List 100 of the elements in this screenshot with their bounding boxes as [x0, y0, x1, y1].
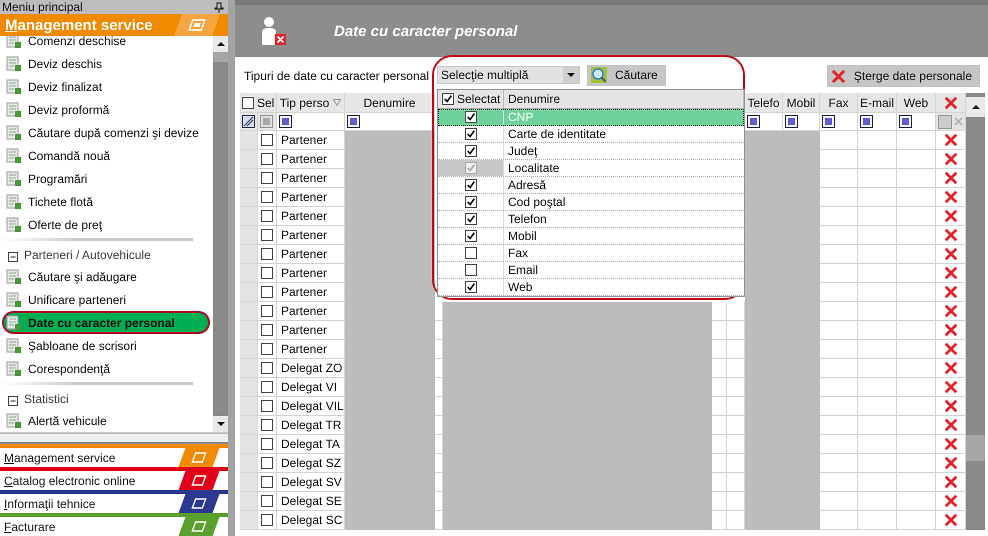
- filter-clear-icon[interactable]: [242, 115, 255, 128]
- delete-icon[interactable]: [944, 133, 958, 147]
- delete-icon[interactable]: [944, 171, 958, 185]
- checkbox[interactable]: [261, 229, 273, 241]
- checkbox[interactable]: [261, 495, 273, 507]
- delete-icon[interactable]: [944, 285, 958, 299]
- delete-icon[interactable]: [830, 68, 846, 84]
- column-header[interactable]: Selectat: [438, 90, 504, 108]
- checkbox[interactable]: [261, 210, 273, 222]
- collapse-icon[interactable]: [8, 396, 18, 406]
- list-row[interactable]: Web: [438, 279, 744, 296]
- checkbox[interactable]: [261, 362, 273, 374]
- module-tab[interactable]: Informaţii tehnice: [0, 490, 228, 513]
- delete-icon[interactable]: [944, 190, 958, 204]
- list-row[interactable]: Adresă: [438, 177, 744, 194]
- delete-icon[interactable]: [944, 437, 958, 451]
- delete-icon[interactable]: [944, 475, 958, 489]
- splitter-handle[interactable]: [0, 433, 228, 444]
- column-header[interactable]: Mobil: [783, 93, 820, 113]
- column-header[interactable]: Denumire: [345, 93, 435, 113]
- filter-cell[interactable]: [277, 113, 345, 131]
- row-header[interactable]: [240, 113, 258, 131]
- menu-item[interactable]: Şabloane de scrisori: [0, 334, 213, 358]
- checkbox[interactable]: [261, 248, 273, 260]
- checkbox[interactable]: [464, 247, 476, 259]
- list-row[interactable]: Carte de identitate: [438, 126, 744, 143]
- column-header[interactable]: Sel: [240, 93, 277, 113]
- filter-cell[interactable]: [897, 113, 936, 131]
- menu-item[interactable]: Unificare parteneri: [0, 288, 213, 312]
- filter-icon[interactable]: [899, 115, 912, 128]
- menu-item[interactable]: Oferte de preţ: [0, 213, 213, 236]
- filter-cell[interactable]: [820, 113, 858, 131]
- filter-icon[interactable]: [279, 115, 292, 128]
- menu-item[interactable]: Comandă nouă: [0, 144, 213, 168]
- list-row[interactable]: Cod poştal: [438, 194, 744, 211]
- checkbox[interactable]: [261, 343, 273, 355]
- delete-icon[interactable]: [944, 456, 958, 470]
- checkbox[interactable]: [464, 128, 476, 140]
- module-tab[interactable]: Facturare: [0, 513, 228, 536]
- delete-icon[interactable]: [944, 247, 958, 261]
- menu-item[interactable]: Date cu caracter personal: [2, 311, 210, 334]
- pin-icon[interactable]: [214, 2, 224, 13]
- menu-item[interactable]: Comenzi deschise: [0, 36, 213, 52]
- module-tab[interactable]: Catalog electronic online: [0, 467, 228, 490]
- checkbox[interactable]: [261, 172, 273, 184]
- delete-icon[interactable]: [944, 418, 958, 432]
- menu-item[interactable]: Deviz finalizat: [0, 75, 213, 98]
- checkbox[interactable]: [261, 438, 273, 450]
- checkbox[interactable]: [464, 264, 476, 276]
- column-header[interactable]: Telefo: [745, 93, 783, 113]
- menu-item[interactable]: Programări: [0, 167, 213, 190]
- column-header[interactable]: [936, 93, 966, 113]
- delete-icon[interactable]: [944, 361, 958, 375]
- module-tab[interactable]: Management service: [0, 444, 228, 467]
- checkbox[interactable]: [261, 400, 273, 412]
- column-header[interactable]: Web: [897, 93, 936, 113]
- checkbox[interactable]: [261, 191, 273, 203]
- checkbox[interactable]: [261, 286, 273, 298]
- checkbox[interactable]: [464, 230, 476, 242]
- delete-icon[interactable]: [944, 399, 958, 413]
- collapse-icon[interactable]: [8, 252, 18, 262]
- menu-item[interactable]: Căutare şi adăugare: [0, 265, 213, 288]
- menu-item[interactable]: Corespondenţă: [0, 357, 213, 380]
- delete-icon[interactable]: [944, 266, 958, 280]
- checkbox[interactable]: [261, 153, 273, 165]
- checkbox[interactable]: [261, 134, 273, 146]
- column-header[interactable]: Fax: [820, 93, 858, 113]
- checkbox[interactable]: [464, 111, 476, 123]
- menu-item[interactable]: Alertă vehicule: [0, 409, 213, 432]
- menu-item[interactable]: Deviz proformă: [0, 98, 213, 122]
- delete-icon[interactable]: [944, 304, 958, 318]
- delete-icon[interactable]: [944, 152, 958, 166]
- column-header[interactable]: Denumire: [504, 90, 744, 108]
- checkbox[interactable]: [261, 267, 273, 279]
- checkbox[interactable]: [261, 476, 273, 488]
- list-row[interactable]: Fax: [438, 245, 744, 262]
- group-header[interactable]: Parteneri / Autovehicule: [0, 238, 193, 266]
- menu-item[interactable]: Tichete flotă: [0, 190, 213, 214]
- checkbox[interactable]: [261, 514, 273, 526]
- delete-icon[interactable]: [944, 228, 958, 242]
- filter-icon[interactable]: [747, 115, 760, 128]
- scrollbar[interactable]: [213, 36, 228, 432]
- delete-icon[interactable]: [944, 380, 958, 394]
- checkbox[interactable]: [464, 213, 476, 225]
- filter-icon[interactable]: [822, 115, 835, 128]
- checkbox[interactable]: [464, 196, 476, 208]
- delete-icon[interactable]: [944, 209, 958, 223]
- column-header[interactable]: Tip perso: [277, 93, 345, 113]
- list-row[interactable]: Email: [438, 262, 744, 279]
- filter-cell[interactable]: [858, 113, 897, 131]
- list-row[interactable]: Mobil: [438, 228, 744, 245]
- list-row[interactable]: Telefon: [438, 211, 744, 228]
- checkbox[interactable]: [261, 305, 273, 317]
- delete-button[interactable]: Şterge date personale: [826, 65, 980, 87]
- checkbox[interactable]: [261, 419, 273, 431]
- checkbox[interactable]: [261, 381, 273, 393]
- delete-icon[interactable]: [944, 494, 958, 508]
- checkbox[interactable]: [464, 281, 476, 293]
- delete-icon[interactable]: [944, 513, 958, 527]
- delete-icon[interactable]: [944, 342, 958, 356]
